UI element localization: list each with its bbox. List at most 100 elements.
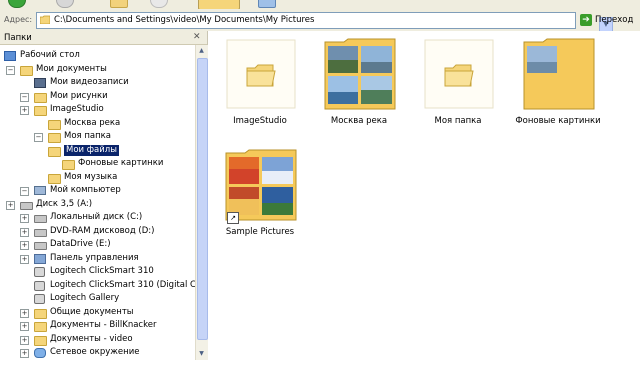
folder-icon	[226, 39, 296, 109]
tree-item[interactable]: + Локальный диск (C:)	[0, 212, 194, 224]
tree-item[interactable]: + DVD-RAM дисковод (D:)	[0, 226, 194, 238]
folder-item[interactable]: ImageStudio	[210, 33, 310, 133]
tree-item[interactable]: Моя музыка	[0, 172, 194, 184]
camera-icon	[34, 267, 45, 277]
camera-icon	[34, 294, 45, 304]
tree-item[interactable]: + Панель управления	[0, 253, 194, 265]
expand-icon[interactable]: +	[20, 322, 29, 331]
folder-item[interactable]: Москва река	[309, 33, 409, 133]
item-label: Москва река	[330, 116, 388, 126]
folder-icon	[34, 322, 47, 332]
tree-item[interactable]: − Мои документы	[0, 64, 194, 76]
tree-item-label: Logitech Gallery	[50, 293, 120, 303]
scroll-up-icon[interactable]: ▲	[196, 45, 207, 56]
drive-icon	[34, 242, 47, 250]
up-folder-button[interactable]	[110, 0, 128, 8]
tree-item-label: DataDrive (E:)	[50, 239, 111, 249]
folder-icon	[34, 106, 47, 116]
tree-item-label: Logitech ClickSmart 310	[50, 266, 154, 276]
tree-item[interactable]: − Мой компьютер	[0, 185, 194, 197]
folder-icon	[48, 119, 61, 130]
tree-item[interactable]: − Мои рисунки	[0, 91, 194, 103]
tree-item[interactable]: Logitech ClickSmart 310 (Digital Came	[0, 280, 215, 292]
desktop-icon	[4, 51, 16, 61]
expand-icon[interactable]: +	[20, 349, 29, 358]
expand-icon[interactable]: +	[20, 254, 29, 264]
item-label: Моя папка	[434, 116, 482, 126]
tree-item[interactable]: Мои файлы	[0, 143, 194, 157]
tree-item[interactable]: Москва река	[0, 118, 194, 130]
tree-item[interactable]: + ImageStudio	[0, 104, 194, 116]
tree-item[interactable]: Мои видеозаписи	[0, 77, 194, 89]
tree-item[interactable]: Logitech ClickSmart 310	[0, 266, 194, 278]
tree-item-label: Рабочий стол	[20, 50, 80, 60]
item-label: Фоновые картинки	[515, 116, 601, 126]
tree-item-label: Мои файлы	[63, 143, 120, 157]
expand-icon[interactable]: +	[20, 106, 29, 115]
tree-item[interactable]: + Диск 3,5 (A:)	[0, 199, 194, 211]
tree-item-label: Мои видеозаписи	[50, 77, 129, 87]
collapse-icon[interactable]: −	[20, 187, 29, 196]
back-button[interactable]	[8, 0, 26, 8]
tree-item-label: Logitech ClickSmart 310 (Digital Came	[50, 279, 215, 290]
go-label: Переход	[595, 15, 634, 25]
video-folder-icon	[34, 78, 46, 88]
forward-button[interactable]	[56, 0, 74, 8]
tree-item[interactable]: + Документы - video	[0, 334, 194, 346]
expand-icon[interactable]: +	[20, 241, 29, 250]
expand-icon[interactable]: +	[20, 308, 29, 318]
tree-item[interactable]: − Моя папка	[0, 131, 194, 143]
expand-icon[interactable]: +	[20, 227, 29, 237]
tree-item-label: Москва река	[64, 117, 121, 128]
folder-icon	[40, 15, 50, 24]
computer-icon	[34, 186, 46, 195]
address-input[interactable]: C:\Documents and Settings\video\My Docum…	[36, 12, 613, 32]
folders-pane-title: Папки	[4, 33, 32, 43]
shortcut-arrow-icon: ↗	[227, 212, 239, 224]
folder-icon	[48, 133, 61, 143]
tree-item-label: Сетевое окружение	[50, 347, 140, 357]
item-label: ImageStudio	[233, 116, 287, 126]
expand-icon[interactable]: +	[20, 335, 29, 345]
vertical-scrollbar[interactable]: ▲ ▼	[195, 45, 208, 360]
tree-item-label: Мои рисунки	[50, 90, 108, 101]
drive-icon	[34, 215, 47, 223]
expand-icon[interactable]: +	[20, 214, 29, 223]
tree-item-label: ImageStudio	[50, 104, 104, 114]
folder-item[interactable]: Фоновые картинки	[508, 33, 608, 133]
go-button[interactable]: ➔ Переход	[578, 12, 638, 28]
folder-shortcut-item[interactable]: ↗ Sample Pictures	[210, 144, 310, 244]
tree-item[interactable]: Фоновые картинки	[0, 158, 194, 170]
tree-item-label: Мои документы	[36, 63, 107, 74]
collapse-icon[interactable]: −	[20, 92, 29, 102]
tree-item[interactable]: + Сетевое окружение	[0, 347, 194, 359]
collapse-icon[interactable]: −	[6, 65, 15, 75]
expand-icon[interactable]: +	[6, 200, 15, 210]
views-button[interactable]	[258, 0, 276, 8]
scroll-thumb[interactable]	[197, 58, 208, 340]
folder-icon	[424, 39, 494, 109]
address-bar: Адрес: C:\Documents and Settings\video\M…	[0, 9, 640, 32]
floppy-icon	[20, 201, 33, 210]
address-label: Адрес:	[4, 15, 33, 24]
folder-with-photos-icon	[225, 149, 297, 221]
tree-item[interactable]: Logitech Gallery	[0, 293, 194, 305]
dvd-icon	[34, 228, 47, 237]
close-icon[interactable]: ✕	[193, 32, 201, 42]
tree-item[interactable]: + Общие документы	[0, 307, 194, 319]
address-path: C:\Documents and Settings\video\My Docum…	[54, 15, 315, 25]
tree-item[interactable]: + DataDrive (E:)	[0, 239, 194, 251]
arrow-right-icon: ➔	[580, 14, 592, 26]
control-panel-icon	[34, 253, 46, 264]
collapse-icon[interactable]: −	[34, 133, 43, 142]
tree-item-label: DVD-RAM дисковод (D:)	[50, 225, 155, 236]
tree-item-label: Моя музыка	[64, 171, 118, 182]
search-button[interactable]	[150, 0, 168, 8]
tree-item-label: Общие документы	[50, 306, 134, 317]
tree-item[interactable]: + Документы - BillKnacker	[0, 320, 194, 332]
tree-item[interactable]: Рабочий стол	[0, 50, 194, 62]
folder-with-photo-icon	[523, 38, 595, 110]
folder-item[interactable]: Моя папка	[408, 33, 508, 133]
camera-icon	[34, 280, 45, 291]
scroll-down-icon[interactable]: ▼	[196, 348, 207, 359]
